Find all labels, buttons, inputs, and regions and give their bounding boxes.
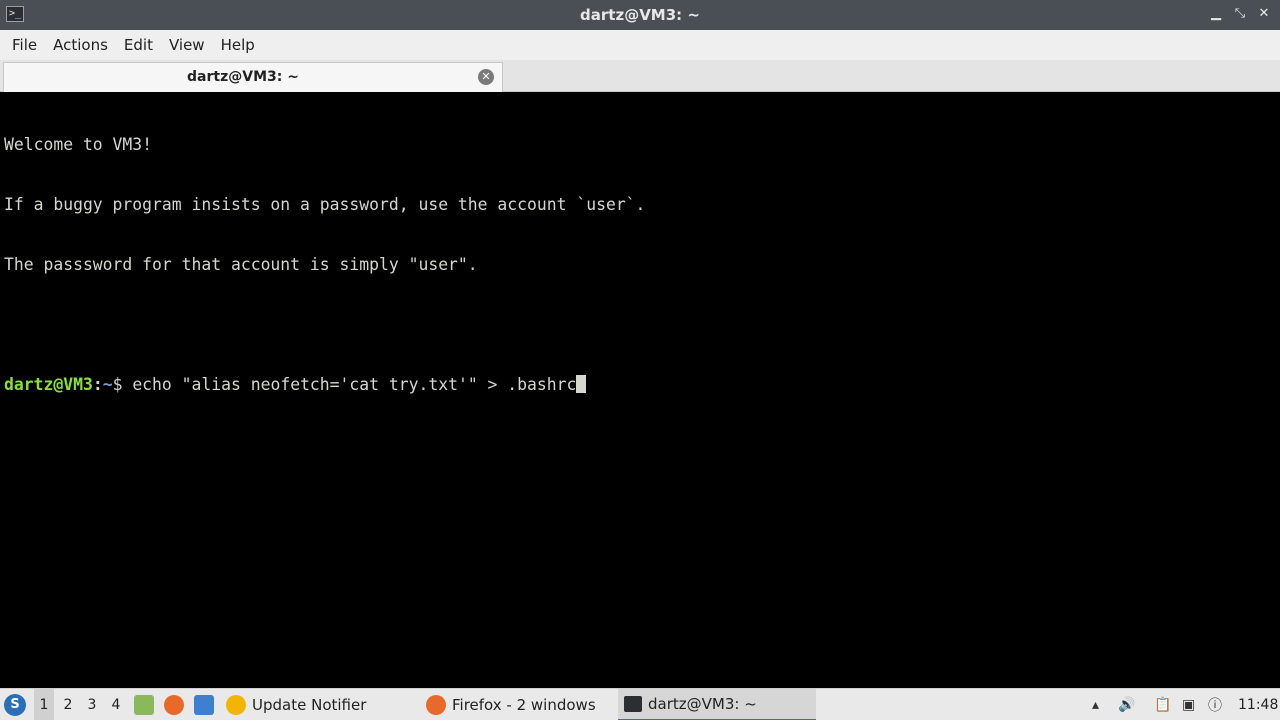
minimize-icon[interactable]: ▁: [1208, 6, 1224, 22]
network-icon: ▣: [1182, 697, 1196, 713]
tab-terminal[interactable]: dartz@VM3: ~ ✕: [3, 62, 503, 92]
update-tray[interactable]: ⓘ: [1208, 689, 1222, 720]
task-terminal[interactable]: dartz@VM3: ~: [618, 689, 816, 720]
desktop-1[interactable]: 1: [34, 689, 54, 720]
file-manager-icon: [134, 695, 154, 715]
firefox-launcher[interactable]: [164, 689, 184, 720]
show-desktop-launcher[interactable]: [194, 689, 214, 720]
file-manager-launcher[interactable]: [134, 689, 154, 720]
terminal-line: Welcome to VM3!: [4, 135, 153, 154]
task-firefox[interactable]: Firefox - 2 windows: [420, 689, 602, 720]
window-titlebar[interactable]: >_ dartz@VM3: ~ ▁ ⤡ ✕: [0, 0, 1280, 30]
taskbar: S 1 2 3 4 Update Notifier Firefox - 2 wi…: [0, 688, 1280, 720]
command-input[interactable]: echo "alias neofetch='cat try.txt'" > .b…: [132, 375, 576, 394]
info-icon: ⓘ: [1208, 698, 1222, 714]
window-title: dartz@VM3: ~: [580, 6, 700, 24]
prompt-line: dartz@VM3:~$ echo "alias neofetch='cat t…: [4, 375, 1276, 395]
prompt-symbol: $: [112, 375, 133, 394]
volume-icon: 🔊: [1118, 697, 1136, 713]
terminal-line: The passsword for that account is simply…: [4, 255, 478, 274]
terminal-output[interactable]: Welcome to VM3! If a buggy program insis…: [0, 93, 1280, 688]
menu-file[interactable]: File: [4, 36, 45, 54]
text-cursor: [576, 375, 587, 393]
task-label: Update Notifier: [252, 696, 367, 714]
tray-expand[interactable]: ▴: [1092, 689, 1099, 720]
prompt-separator: :: [92, 375, 103, 394]
network-tray[interactable]: ▣: [1182, 689, 1195, 720]
restore-icon[interactable]: ⤡: [1232, 6, 1248, 22]
update-notifier-icon: [226, 695, 246, 715]
desktop-4[interactable]: 4: [106, 689, 126, 720]
menu-actions[interactable]: Actions: [45, 36, 116, 54]
terminal-icon: [624, 696, 642, 712]
firefox-icon: [164, 695, 184, 715]
task-update-notifier[interactable]: Update Notifier: [220, 689, 372, 720]
volume-control[interactable]: 🔊: [1118, 689, 1135, 720]
desktop-icon: [194, 695, 214, 715]
firefox-icon: [426, 695, 446, 715]
start-menu-button[interactable]: S: [4, 689, 28, 720]
chevron-up-icon: ▴: [1092, 697, 1100, 713]
menu-view[interactable]: View: [161, 36, 213, 54]
clipboard-icon: 📋: [1154, 697, 1172, 713]
close-icon[interactable]: ✕: [1256, 6, 1272, 22]
menu-edit[interactable]: Edit: [116, 36, 161, 54]
menu-help[interactable]: Help: [213, 36, 263, 54]
task-label: Firefox - 2 windows: [452, 696, 596, 714]
menubar: File Actions Edit View Help: [0, 30, 1280, 60]
tab-label: dartz@VM3: ~: [187, 69, 299, 85]
desktop-3[interactable]: 3: [82, 689, 102, 720]
close-circle-icon[interactable]: ✕: [478, 69, 494, 85]
terminal-line: If a buggy program insists on a password…: [4, 195, 646, 214]
clock[interactable]: 11:48: [1238, 689, 1278, 720]
prompt-user-host: dartz@VM3: [4, 375, 93, 394]
prompt-path: ~: [102, 375, 113, 394]
clipboard-tray[interactable]: 📋: [1154, 689, 1171, 720]
start-menu-icon: S: [4, 694, 26, 716]
desktop-2[interactable]: 2: [58, 689, 78, 720]
task-label: dartz@VM3: ~: [648, 695, 757, 713]
tab-bar: dartz@VM3: ~ ✕: [0, 60, 1280, 92]
